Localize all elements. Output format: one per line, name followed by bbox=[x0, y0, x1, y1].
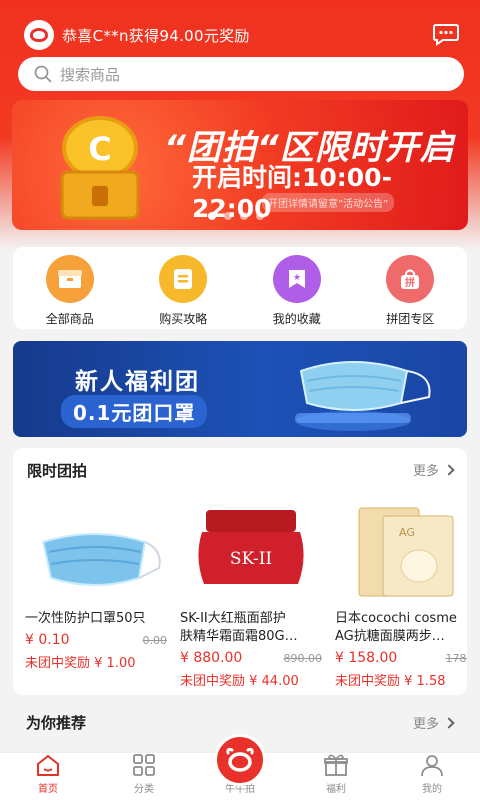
tab-label: 我的 bbox=[422, 784, 442, 795]
product-image: SK-II bbox=[180, 504, 322, 600]
new-user-promo-banner[interactable]: 新人福利团 0.1元团口罩 bbox=[13, 341, 467, 437]
niuniu-icon[interactable] bbox=[214, 734, 266, 786]
svg-text:拼: 拼 bbox=[405, 276, 415, 289]
product-card[interactable]: 一次性防护口罩50只 ¥ 0.10 0.00 未团中奖励 ¥ 1.00 bbox=[25, 504, 167, 671]
app-logo-icon bbox=[24, 20, 54, 50]
tab-category[interactable]: 分类 bbox=[96, 753, 192, 800]
category-label: 全部商品 bbox=[45, 312, 94, 326]
category-group-buy[interactable]: 拼 拼团专区 bbox=[360, 255, 460, 329]
carousel-dot bbox=[256, 212, 264, 220]
svg-text:SK-II: SK-II bbox=[230, 549, 272, 569]
product-name: 一次性防护口罩50只 bbox=[25, 611, 146, 626]
product-price: ¥ 0.10 bbox=[25, 632, 70, 648]
category-label: 我的收藏 bbox=[272, 312, 321, 326]
product-carousel: 一次性防护口罩50只 ¥ 0.10 0.00 未团中奖励 ¥ 1.00 SK-I… bbox=[13, 504, 467, 689]
guide-icon bbox=[159, 255, 208, 303]
user-icon bbox=[421, 755, 443, 777]
category-nav: 全部商品 购买攻略 ★ 我的收藏 拼 拼团专区 bbox=[13, 247, 467, 329]
tab-label: 首页 bbox=[38, 784, 58, 795]
carousel-indicator bbox=[208, 212, 264, 220]
search-placeholder: 搜索商品 bbox=[60, 65, 121, 84]
tab-label: 分类 bbox=[134, 784, 154, 795]
chevron-right-icon bbox=[443, 716, 455, 729]
promo-line-2: 0.1元团口罩 bbox=[61, 395, 208, 428]
tab-home[interactable]: 首页 bbox=[0, 753, 96, 800]
category-label: 拼团专区 bbox=[386, 312, 435, 326]
search-bar[interactable]: 搜索商品 bbox=[18, 57, 464, 91]
svg-text:★: ★ bbox=[293, 273, 301, 283]
favorite-icon: ★ bbox=[272, 255, 321, 303]
more-label: 更多 bbox=[412, 464, 439, 479]
product-old-price: 890.00 bbox=[283, 652, 323, 665]
group-buy-icon: 拼 bbox=[386, 255, 435, 303]
promo-line-1: 新人福利团 bbox=[75, 369, 200, 395]
carousel-dot bbox=[224, 212, 232, 220]
event-banner[interactable]: C “团拍“区限时开启 开启时间:10:00-22:00 开团详情请留意”活动公… bbox=[12, 100, 468, 230]
svg-text:C: C bbox=[88, 130, 111, 168]
tab-mine[interactable]: 我的 bbox=[384, 753, 480, 800]
tab-welfare[interactable]: 福利 bbox=[288, 753, 384, 800]
recommend-title: 为你推荐 bbox=[26, 714, 87, 732]
reward-notice-text: 恭喜C**n获得94.00元奖励 bbox=[62, 26, 250, 45]
product-card[interactable]: SK-II SK-II大红瓶面部护 肤精华霜面霜80G… ¥ 880.00 89… bbox=[180, 504, 322, 689]
product-name: 日本cocochi cosme AG抗糖面膜两步… bbox=[335, 611, 457, 644]
carousel-dot bbox=[208, 212, 216, 220]
svg-text:AG: AG bbox=[399, 526, 415, 539]
reward-notice[interactable]: 恭喜C**n获得94.00元奖励 bbox=[24, 20, 250, 50]
flash-more-link[interactable]: 更多 bbox=[412, 460, 455, 479]
product-image: AG bbox=[335, 504, 467, 600]
category-icon bbox=[133, 754, 155, 776]
product-price: ¥ 880.00 bbox=[180, 650, 243, 666]
product-reward: 未团中奖励 ¥ 44.00 bbox=[180, 674, 299, 689]
product-reward: 未团中奖励 ¥ 1.00 bbox=[25, 656, 136, 671]
product-reward: 未团中奖励 ¥ 1.58 bbox=[335, 674, 446, 689]
home-icon bbox=[37, 755, 59, 776]
more-label: 更多 bbox=[412, 717, 439, 732]
product-old-price: 178.0 bbox=[445, 652, 468, 665]
banner-subtitle: 开团详情请留意”活动公告” bbox=[262, 193, 395, 212]
message-icon[interactable] bbox=[432, 22, 460, 46]
category-all-products[interactable]: 全部商品 bbox=[20, 255, 120, 329]
category-my-favorites[interactable]: ★ 我的收藏 bbox=[247, 255, 347, 329]
chevron-right-icon bbox=[443, 463, 455, 476]
face-mask-image bbox=[295, 361, 431, 431]
section-title: 限时团拍 bbox=[27, 462, 88, 480]
carousel-dot bbox=[240, 212, 248, 220]
search-icon bbox=[34, 65, 52, 83]
product-price: ¥ 158.00 bbox=[335, 650, 398, 666]
recommend-more-link[interactable]: 更多 bbox=[412, 713, 455, 732]
product-card[interactable]: AG 日本cocochi cosme AG抗糖面膜两步… ¥ 158.00 17… bbox=[335, 504, 467, 689]
category-label: 购买攻略 bbox=[159, 312, 208, 326]
product-name: SK-II大红瓶面部护 肤精华霜面霜80G… bbox=[180, 611, 298, 644]
category-purchase-guide[interactable]: 购买攻略 bbox=[133, 255, 233, 329]
tab-label: 福利 bbox=[326, 784, 346, 795]
product-old-price: 0.00 bbox=[142, 634, 168, 647]
gift-icon bbox=[324, 754, 348, 776]
product-image bbox=[25, 504, 167, 600]
box-icon bbox=[45, 255, 94, 303]
flash-group-buy-section: 限时团拍 更多 一次性防护口罩50只 ¥ 0.10 0.00 未团中奖励 ¥ 1… bbox=[13, 448, 467, 695]
